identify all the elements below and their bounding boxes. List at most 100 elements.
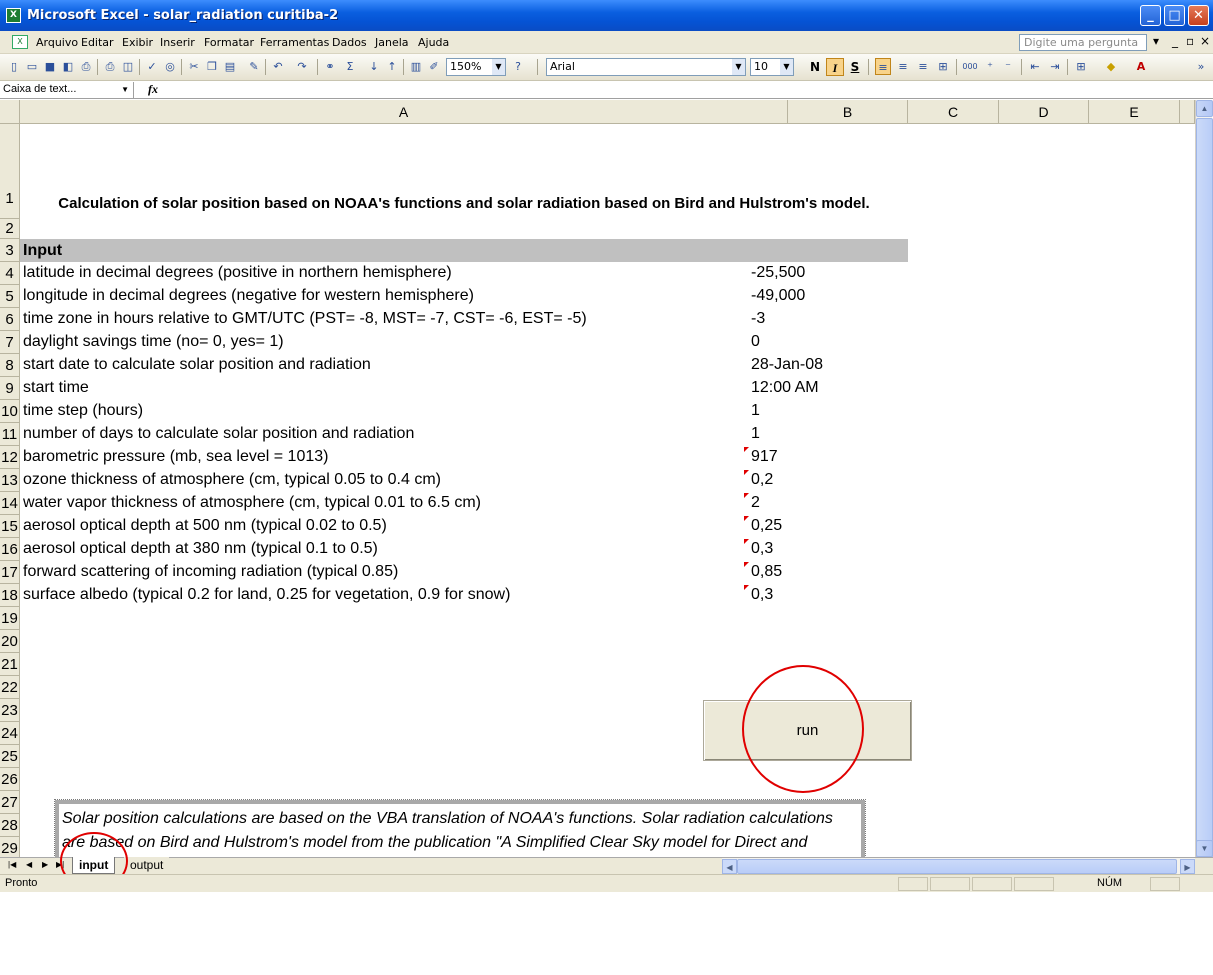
param-value[interactable]: -25,500 <box>751 264 805 282</box>
menu-inserir[interactable]: Inserir <box>158 35 197 51</box>
row-header[interactable]: 22 <box>0 676 20 699</box>
menu-formatar[interactable]: Formatar <box>202 35 256 51</box>
row-header[interactable]: 9 <box>0 377 20 400</box>
help-icon[interactable]: ? <box>510 58 526 75</box>
row-header[interactable]: 15 <box>0 515 20 538</box>
row-header[interactable]: 23 <box>0 699 20 722</box>
param-label[interactable]: forward scattering of incoming radiation… <box>23 563 398 581</box>
undo-icon[interactable]: ↶ <box>270 58 286 75</box>
menu-arquivo[interactable]: Arquivo <box>34 35 80 51</box>
increase-decimal-icon[interactable]: ⁺ <box>982 58 998 75</box>
row-header[interactable]: 20 <box>0 630 20 653</box>
horizontal-scroll-thumb[interactable] <box>737 859 1177 874</box>
param-value[interactable]: 1 <box>751 425 760 443</box>
doc-minimize-icon[interactable]: _ <box>1172 34 1178 48</box>
param-value[interactable]: 917 <box>751 448 778 466</box>
row-header[interactable]: 25 <box>0 745 20 768</box>
vertical-scrollbar[interactable]: ▲ ▼ <box>1195 100 1213 858</box>
menu-ferramentas[interactable]: Ferramentas <box>258 35 331 51</box>
sort-ascending-icon[interactable]: ↓ <box>366 58 382 75</box>
param-label[interactable]: ozone thickness of atmosphere (cm, typic… <box>23 471 441 489</box>
param-value[interactable]: 0 <box>751 333 760 351</box>
row-header[interactable]: 29 <box>0 837 20 857</box>
horizontal-scrollbar[interactable]: ◀ ▶ <box>722 858 1195 875</box>
next-sheet-icon[interactable]: ▶ <box>42 860 48 869</box>
row-header[interactable]: 14 <box>0 492 20 515</box>
thousands-separator-icon[interactable]: 000 <box>962 58 978 75</box>
menu-dados[interactable]: Dados <box>330 35 369 51</box>
comment-indicator-icon[interactable] <box>744 516 749 521</box>
row-header[interactable]: 4 <box>0 262 20 285</box>
param-value[interactable]: 0,3 <box>751 586 773 604</box>
column-header-e[interactable]: E <box>1089 100 1180 124</box>
doc-restore-icon[interactable]: ▫ <box>1186 34 1194 48</box>
row-header[interactable]: 18 <box>0 584 20 607</box>
row-header[interactable]: 28 <box>0 814 20 837</box>
align-center-icon[interactable]: ≡ <box>895 58 911 75</box>
decrease-indent-icon[interactable]: ⇤ <box>1027 58 1043 75</box>
param-label[interactable]: time zone in hours relative to GMT/UTC (… <box>23 310 587 328</box>
menu-janela[interactable]: Janela <box>373 35 411 51</box>
autosum-icon[interactable]: Σ <box>342 58 358 75</box>
row-header[interactable]: 2 <box>0 219 20 239</box>
vertical-scroll-thumb[interactable] <box>1196 118 1213 858</box>
row-header[interactable]: 27 <box>0 791 20 814</box>
row-header[interactable]: 26 <box>0 768 20 791</box>
close-button[interactable]: ✕ <box>1188 5 1209 26</box>
fx-icon[interactable]: fx <box>148 82 158 97</box>
drawing-icon[interactable]: ✐ <box>426 58 442 75</box>
param-label[interactable]: daylight savings time (no= 0, yes= 1) <box>23 333 284 351</box>
workbook-icon[interactable]: X <box>12 35 28 49</box>
align-right-icon[interactable]: ≡ <box>915 58 931 75</box>
row-header[interactable]: 21 <box>0 653 20 676</box>
bold-button[interactable]: N <box>806 58 824 76</box>
doc-close-icon[interactable]: × <box>1200 34 1210 48</box>
row-header[interactable]: 24 <box>0 722 20 745</box>
param-value[interactable]: 0,25 <box>751 517 782 535</box>
menu-exibir[interactable]: Exibir <box>120 35 155 51</box>
font-size-select[interactable]: 10 ▼ <box>750 58 794 76</box>
row-header[interactable]: 8 <box>0 354 20 377</box>
row-header[interactable]: 17 <box>0 561 20 584</box>
increase-indent-icon[interactable]: ⇥ <box>1047 58 1063 75</box>
formula-input[interactable] <box>170 82 1210 97</box>
row-header[interactable]: 13 <box>0 469 20 492</box>
print-icon[interactable]: ⎙ <box>78 58 94 75</box>
select-all-corner[interactable] <box>0 100 20 124</box>
note-textbox[interactable]: Solar position calculations are based on… <box>54 799 866 857</box>
font-color-icon[interactable]: A <box>1133 58 1149 75</box>
param-label[interactable]: aerosol optical depth at 500 nm (typical… <box>23 517 387 535</box>
param-label[interactable]: aerosol optical depth at 380 nm (typical… <box>23 540 378 558</box>
redo-icon[interactable]: ↷ <box>294 58 310 75</box>
row-header[interactable]: 16 <box>0 538 20 561</box>
row-header[interactable]: 19 <box>0 607 20 630</box>
row-header[interactable]: 3 <box>0 239 20 262</box>
column-header-d[interactable]: D <box>999 100 1089 124</box>
spelling-icon[interactable]: ✓ <box>144 58 160 75</box>
zoom-select[interactable]: 150% ▼ <box>446 58 506 76</box>
fill-color-icon[interactable]: ◆ <box>1103 58 1119 75</box>
column-header-f[interactable] <box>1180 100 1195 124</box>
menu-ajuda[interactable]: Ajuda <box>416 35 451 51</box>
toolbar-options-icon[interactable]: » <box>1193 58 1209 75</box>
column-header-b[interactable]: B <box>788 100 908 124</box>
param-value[interactable]: 1 <box>751 402 760 420</box>
param-value[interactable]: 2 <box>751 494 760 512</box>
param-label[interactable]: latitude in decimal degrees (positive in… <box>23 264 452 282</box>
param-label[interactable]: longitude in decimal degrees (negative f… <box>23 287 474 305</box>
row-header[interactable]: 10 <box>0 400 20 423</box>
param-value[interactable]: 12:00 AM <box>751 379 819 397</box>
param-value[interactable]: 0,2 <box>751 471 773 489</box>
save-icon[interactable]: ■ <box>42 58 58 75</box>
align-left-icon[interactable]: ≡ <box>875 58 891 75</box>
cut-icon[interactable]: ✂ <box>186 58 202 75</box>
scroll-left-icon[interactable]: ◀ <box>722 859 737 874</box>
param-label[interactable]: start date to calculate solar position a… <box>23 356 371 374</box>
copy-icon[interactable]: ❐ <box>204 58 220 75</box>
maximize-button[interactable]: □ <box>1164 5 1185 26</box>
row-header[interactable]: 11 <box>0 423 20 446</box>
scroll-up-icon[interactable]: ▲ <box>1196 100 1213 117</box>
comment-indicator-icon[interactable] <box>744 493 749 498</box>
param-label[interactable]: number of days to calculate solar positi… <box>23 425 414 443</box>
italic-button[interactable]: I <box>826 58 844 76</box>
